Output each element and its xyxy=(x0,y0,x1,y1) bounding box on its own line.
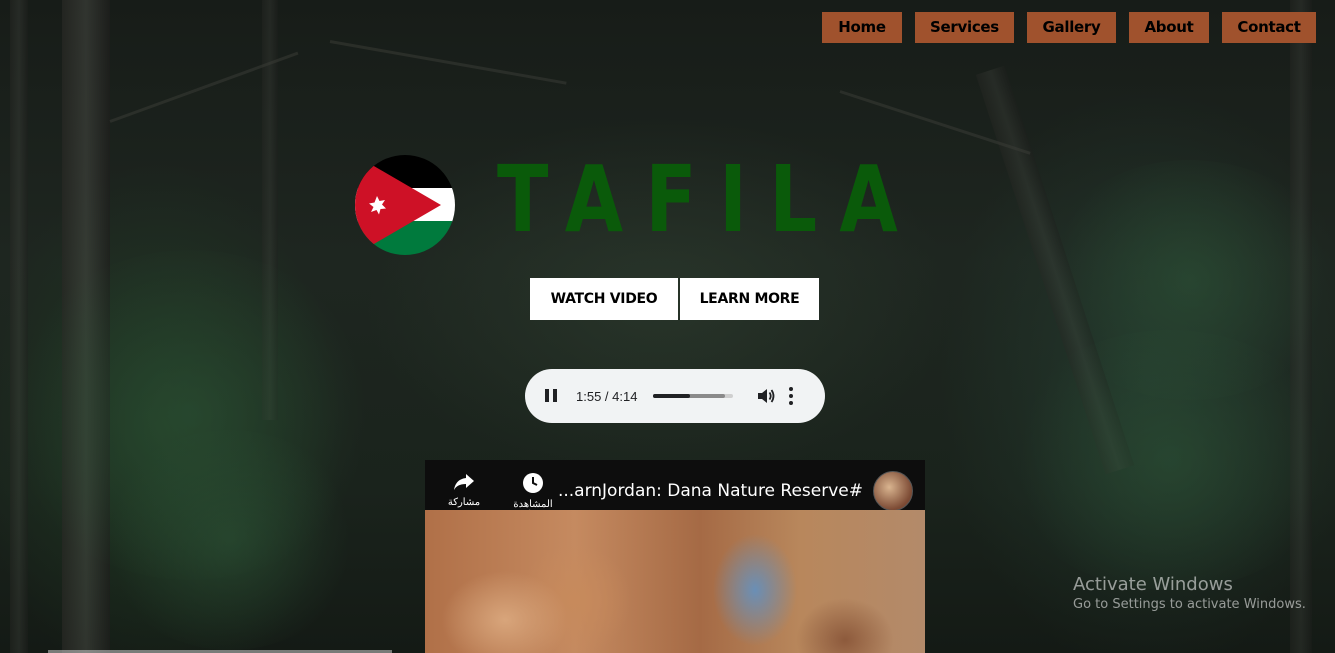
page-background: Home Services Gallery About Contact TAFI… xyxy=(0,0,1335,653)
tree-trunk xyxy=(10,0,28,653)
branch xyxy=(329,40,567,85)
page-title: TAFILA xyxy=(497,146,920,253)
jordan-flag-icon xyxy=(355,155,455,255)
learn-more-button[interactable]: LEARN MORE xyxy=(680,278,819,320)
clock-icon xyxy=(523,473,543,493)
pause-icon[interactable] xyxy=(545,389,559,403)
more-options-icon[interactable] xyxy=(789,387,794,405)
video-thumbnail[interactable] xyxy=(425,510,925,653)
top-nav: Home Services Gallery About Contact xyxy=(822,12,1316,43)
channel-avatar[interactable] xyxy=(873,471,913,511)
share-button[interactable]: مشاركة xyxy=(442,472,486,508)
nav-gallery-button[interactable]: Gallery xyxy=(1027,12,1116,43)
audio-player: 1:55 / 4:14 xyxy=(525,369,825,423)
video-title[interactable]: ...arnJordan: Dana Nature Reserve# xyxy=(558,481,863,501)
foliage xyxy=(1000,330,1335,590)
watermark-line-2: Go to Settings to activate Windows. xyxy=(1073,597,1306,612)
video-header: مشاركة المشاهدة لاحقًا ...arnJordan: Dan… xyxy=(425,460,925,521)
audio-progress-fill xyxy=(653,394,690,398)
foliage xyxy=(100,430,360,650)
nav-contact-button[interactable]: Contact xyxy=(1222,12,1316,43)
volume-icon[interactable] xyxy=(757,388,775,404)
activate-windows-watermark: Activate Windows Go to Settings to activ… xyxy=(1073,574,1306,612)
watch-video-button[interactable]: WATCH VIDEO xyxy=(530,278,678,320)
audio-time-display: 1:55 / 4:14 xyxy=(576,388,638,404)
video-embed[interactable]: مشاركة المشاهدة لاحقًا ...arnJordan: Dan… xyxy=(425,460,925,653)
watermark-line-1: Activate Windows xyxy=(1073,574,1233,595)
nav-about-button[interactable]: About xyxy=(1129,12,1209,43)
nav-services-button[interactable]: Services xyxy=(915,12,1014,43)
audio-progress-slider[interactable] xyxy=(653,394,734,398)
nav-home-button[interactable]: Home xyxy=(822,12,902,43)
share-icon xyxy=(454,474,474,490)
share-label: مشاركة xyxy=(447,497,481,508)
